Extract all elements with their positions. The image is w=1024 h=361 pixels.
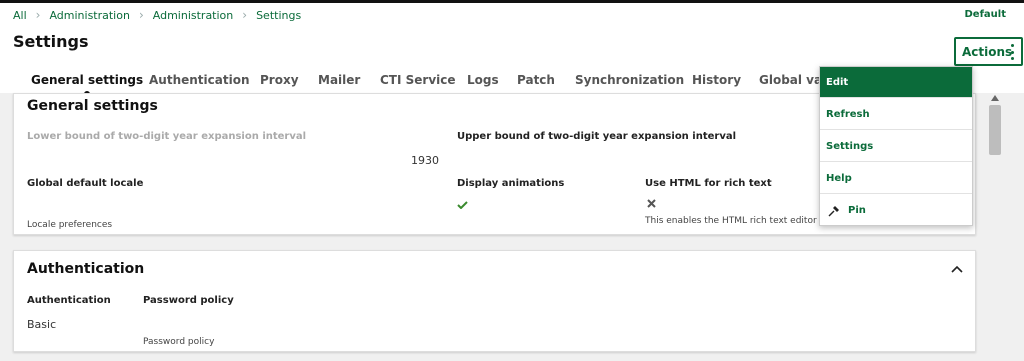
authentication-value: Basic <box>27 318 57 331</box>
breadcrumb-administration[interactable]: Administration <box>49 9 130 22</box>
menu-item-settings[interactable]: Settings <box>820 131 972 162</box>
password-policy-label: Password policy <box>143 295 234 306</box>
upper-bound-label: Upper bound of two-digit year expansion … <box>457 131 737 142</box>
scrollbar-thumb[interactable] <box>989 105 1001 155</box>
vertical-scrollbar[interactable] <box>987 93 1003 355</box>
breadcrumb: All › Administration › Administration › … <box>13 8 301 22</box>
html-rich-text-hint: This enables the HTML rich text editor f <box>645 216 823 226</box>
breadcrumb-administration-2[interactable]: Administration <box>153 9 234 22</box>
close-icon <box>647 199 656 208</box>
check-icon <box>457 201 468 209</box>
actions-dropdown-menu: Edit Refresh Settings Help Pin <box>819 66 973 226</box>
tab-label: General settings <box>31 73 144 87</box>
tab-proxy[interactable]: Proxy <box>260 73 299 87</box>
menu-item-label: Pin <box>848 205 866 216</box>
lower-bound-label: Lower bound of two-digit year expansion … <box>27 131 307 142</box>
tab-authentication[interactable]: Authentication <box>149 73 250 87</box>
menu-item-help[interactable]: Help <box>820 163 972 194</box>
menu-item-edit[interactable]: Edit <box>820 67 972 98</box>
page-title: Settings <box>13 32 89 51</box>
general-settings-title: General settings <box>27 98 158 114</box>
tab-cti-service[interactable]: CTI Service <box>380 73 456 87</box>
tab-mailer[interactable]: Mailer <box>318 73 360 87</box>
html-rich-text-label: Use HTML for rich text <box>645 178 772 189</box>
chevron-right-icon: › <box>138 8 144 22</box>
chevron-up-icon[interactable] <box>951 265 963 273</box>
chevron-right-icon: › <box>242 8 248 22</box>
breadcrumb-all[interactable]: All <box>13 9 27 22</box>
tab-synchronization[interactable]: Synchronization <box>575 73 684 87</box>
tab-general-settings[interactable]: General settings <box>31 73 144 97</box>
locale-label: Global default locale <box>27 178 144 189</box>
breadcrumb-settings[interactable]: Settings <box>256 9 301 22</box>
password-policy-hint: Password policy <box>143 337 215 347</box>
tab-patch[interactable]: Patch <box>517 73 555 87</box>
actions-button-label: Actions <box>962 44 1013 59</box>
lower-bound-value: 1930 <box>411 154 439 167</box>
chevron-right-icon: › <box>35 8 41 22</box>
locale-hint: Locale preferences <box>27 220 113 230</box>
kebab-menu-icon <box>1011 44 1015 60</box>
authentication-card: Authentication Authentication Password p… <box>13 250 976 352</box>
authentication-title: Authentication <box>27 261 145 277</box>
menu-item-refresh[interactable]: Refresh <box>820 99 972 130</box>
authentication-field-label: Authentication <box>27 295 111 306</box>
environment-select[interactable]: Default <box>964 9 1006 20</box>
animations-label: Display animations <box>457 178 565 189</box>
scroll-up-icon[interactable] <box>991 95 999 101</box>
tab-history[interactable]: History <box>692 73 741 87</box>
menu-item-pin[interactable]: Pin <box>820 195 972 226</box>
pin-icon <box>828 205 839 216</box>
actions-button[interactable]: Actions <box>954 37 1023 66</box>
tab-logs[interactable]: Logs <box>467 73 499 87</box>
